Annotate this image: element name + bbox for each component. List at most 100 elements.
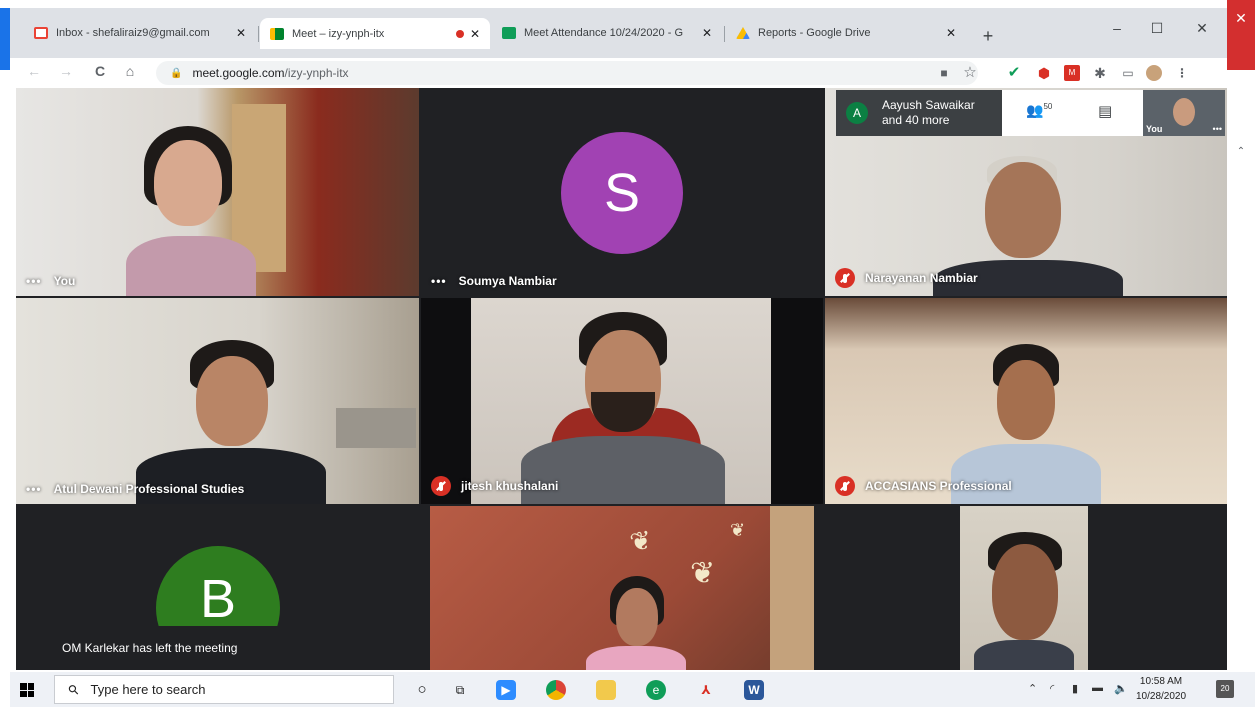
- taskbar-clock[interactable]: 10:58 AM 10/28/2020: [1136, 674, 1186, 704]
- people-button[interactable]: 👥50: [1026, 102, 1052, 119]
- home-button[interactable]: ⌂: [120, 63, 140, 79]
- window-edge: [0, 8, 10, 70]
- tab-drive[interactable]: Reports - Google Drive ✕: [726, 17, 966, 49]
- lock-icon: 🔒: [170, 67, 183, 79]
- minimize-button[interactable]: –: [1102, 20, 1132, 36]
- pdf-extension-icon[interactable]: M: [1064, 65, 1080, 81]
- address-toolbar: ← → C ⌂ 🔒 meet.google.com /izy-ynph-itx …: [10, 58, 1227, 88]
- tab-title: Meet – izy-ynph-itx: [292, 27, 385, 40]
- tab-divider: [724, 26, 725, 42]
- self-view-face: [1173, 98, 1195, 126]
- edge-app-icon[interactable]: e: [646, 680, 666, 700]
- participant-name: ••• You: [26, 274, 76, 288]
- participant-tile-accasians[interactable]: ACCASIANS Professional: [825, 298, 1227, 504]
- chrome-app-icon[interactable]: [546, 680, 566, 700]
- active-speaker-chip[interactable]: A Aayush Sawaikar and 40 more: [836, 90, 1002, 136]
- butterfly-decor-icon: ❦: [730, 520, 746, 540]
- butterfly-decor-icon: ❦: [627, 524, 655, 558]
- tray-overflow-icon[interactable]: ⌃: [1028, 682, 1037, 695]
- chat-button[interactable]: ▤: [1098, 102, 1112, 120]
- participant-tile-soumya[interactable]: S ••• Soumya Nambiar: [421, 88, 823, 296]
- search-icon: ⚲: [64, 680, 83, 698]
- camera-indicator-icon[interactable]: ■: [936, 65, 952, 81]
- cast-icon[interactable]: ▭: [1120, 65, 1136, 81]
- task-view-icon[interactable]: ⧉: [450, 680, 470, 700]
- meet-grid: ••• You S ••• Soumya Nambiar Narayanan N…: [16, 88, 1227, 670]
- more-options-icon[interactable]: •••: [26, 482, 42, 496]
- participant-name: ACCASIANS Professional: [835, 476, 1012, 496]
- participant-tile-you[interactable]: ••• You: [16, 88, 419, 296]
- volume-icon[interactable]: 🔈: [1114, 682, 1128, 695]
- gmail-icon: [34, 27, 48, 39]
- zoom-app-icon[interactable]: ▶: [496, 680, 516, 700]
- back-button[interactable]: ←: [24, 63, 44, 79]
- meet-icon: [270, 27, 284, 40]
- page-scrollbar[interactable]: ⌃: [1227, 88, 1255, 670]
- participant-name: Narayanan Nambiar: [835, 268, 978, 288]
- maximize-button[interactable]: ☐: [1142, 20, 1172, 37]
- participant-name: ••• Atul Dewani Professional Studies: [26, 482, 245, 496]
- participant-name: jitesh khushalani: [431, 476, 558, 496]
- shield-extension-icon[interactable]: ⬢: [1036, 65, 1052, 81]
- printer-background: [336, 408, 416, 448]
- recording-dot-icon: [455, 29, 464, 38]
- participant-tile-jitesh[interactable]: jitesh khushalani: [421, 298, 823, 504]
- speaker-avatar: A: [846, 102, 868, 124]
- menu-kebab-icon[interactable]: ⋮: [1174, 65, 1190, 81]
- self-view-label: You: [1146, 124, 1163, 134]
- url-host: meet.google.com: [192, 66, 285, 80]
- checkmark-extension-icon[interactable]: ✔: [1006, 65, 1022, 81]
- chevron-up-icon[interactable]: ⌃: [1227, 146, 1255, 157]
- meeting-toast: OM Karlekar has left the meeting: [44, 626, 314, 670]
- participant-tile-8[interactable]: ❦ ❦ ❦: [430, 506, 814, 670]
- network-icon[interactable]: ◜: [1050, 682, 1054, 695]
- tab-meet[interactable]: Meet – izy-ynph-itx ✕: [260, 18, 490, 49]
- forward-button[interactable]: →: [56, 63, 76, 79]
- bookmark-star-icon[interactable]: ☆: [962, 65, 978, 81]
- more-options-icon[interactable]: •••: [431, 274, 447, 288]
- address-bar[interactable]: 🔒 meet.google.com /izy-ynph-itx: [156, 61, 978, 85]
- new-tab-button[interactable]: +: [977, 26, 999, 48]
- file-explorer-icon[interactable]: [596, 680, 616, 700]
- profile-avatar[interactable]: [1146, 65, 1162, 81]
- tab-gmail[interactable]: Inbox - shefaliraiz9@gmail.com ✕: [24, 17, 256, 49]
- more-options-icon[interactable]: •••: [1213, 124, 1222, 134]
- self-view-thumbnail[interactable]: You •••: [1143, 90, 1225, 136]
- meeting-info-overlay: A Aayush Sawaikar and 40 more 👥50 ▤: [836, 90, 1143, 136]
- tab-title: Reports - Google Drive: [758, 27, 871, 39]
- participant-name: ••• Soumya Nambiar: [431, 274, 557, 288]
- puzzle-extensions-icon[interactable]: ✱: [1092, 65, 1108, 81]
- close-icon[interactable]: ✕: [702, 26, 712, 40]
- battery-icon[interactable]: ▬: [1092, 682, 1103, 694]
- participant-tile-atul[interactable]: ••• Atul Dewani Professional Studies: [16, 298, 419, 504]
- sheets-icon: [502, 27, 516, 39]
- participant-tile-9[interactable]: [816, 506, 1227, 670]
- close-icon[interactable]: ✕: [470, 27, 480, 41]
- speaker-name: Aayush Sawaikar: [882, 98, 975, 112]
- windows-taskbar: ⚲ Type here to search ○ ⧉ ▶ e ⅄ W ⌃ ◜ ▮ …: [10, 672, 1255, 707]
- tab-title: Inbox - shefaliraiz9@gmail.com: [56, 27, 210, 39]
- window-frame-background: [770, 506, 814, 670]
- mic-off-icon: [835, 268, 855, 288]
- mic-tray-icon[interactable]: ▮: [1072, 682, 1078, 695]
- tab-sheets[interactable]: Meet Attendance 10/24/2020 - G ✕: [492, 17, 722, 49]
- close-icon[interactable]: ✕: [236, 26, 246, 40]
- notification-center-button[interactable]: 20: [1216, 680, 1234, 698]
- clock-date: 10/28/2020: [1136, 691, 1187, 702]
- windows-start-icon[interactable]: [20, 683, 34, 697]
- participant-avatar: S: [561, 132, 683, 254]
- acrobat-app-icon[interactable]: ⅄: [696, 680, 716, 700]
- speaker-more: and 40 more: [882, 113, 950, 127]
- more-options-icon[interactable]: •••: [26, 274, 42, 288]
- tab-title: Meet Attendance 10/24/2020 - G: [524, 27, 684, 39]
- people-icon: 👥: [1026, 102, 1044, 118]
- cortana-icon[interactable]: ○: [412, 680, 432, 700]
- taskbar-search-input[interactable]: ⚲ Type here to search: [54, 675, 394, 704]
- butterfly-decor-icon: ❦: [690, 557, 716, 590]
- search-placeholder: Type here to search: [90, 682, 206, 697]
- tab-divider: [258, 26, 259, 42]
- word-app-icon[interactable]: W: [744, 680, 764, 700]
- close-icon[interactable]: ✕: [946, 26, 956, 40]
- reload-button[interactable]: C: [90, 63, 110, 79]
- close-window-button[interactable]: ✕: [1187, 20, 1217, 37]
